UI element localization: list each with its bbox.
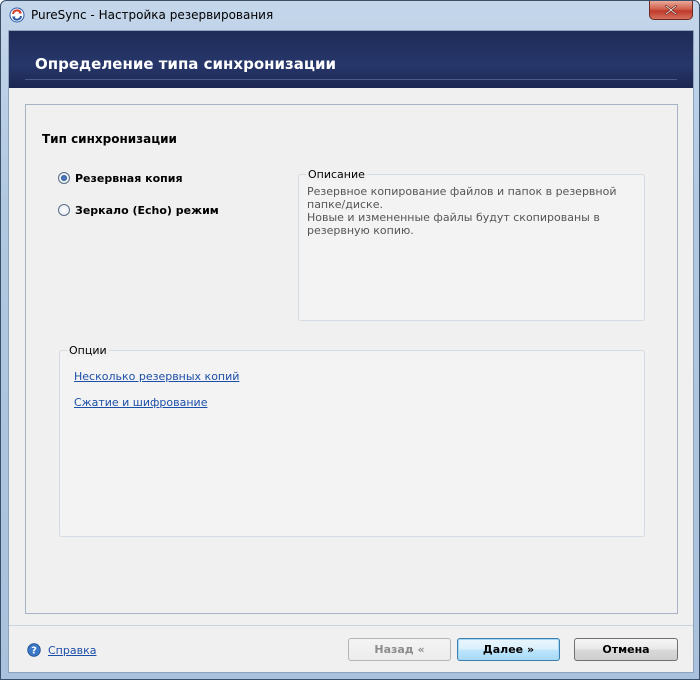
radio-mirror-label: Зеркало (Echo) режим — [75, 203, 219, 217]
back-button[interactable]: Назад « — [348, 638, 451, 661]
options-group: Опции Несколько резервных копий Сжатие и… — [59, 344, 645, 537]
radio-mirror-button[interactable] — [58, 204, 70, 216]
description-text: Резервное копирование файлов и папок в р… — [307, 185, 617, 237]
options-legend: Опции — [67, 344, 109, 357]
svg-text:?: ? — [31, 646, 37, 657]
description-group: Описание Резервное копирование файлов и … — [298, 168, 645, 321]
close-icon — [665, 5, 677, 15]
client-area: Определение типа синхронизации Тип синхр… — [8, 30, 694, 673]
header-band: Определение типа синхронизации — [9, 31, 693, 88]
sync-arrows-icon — [9, 7, 25, 23]
link-compression-encryption[interactable]: Сжатие и шифрование — [74, 396, 207, 409]
next-button[interactable]: Далее » — [457, 638, 560, 661]
description-legend: Описание — [306, 168, 367, 181]
section-title: Тип синхронизации — [42, 132, 177, 146]
radio-backup-label: Резервная копия — [75, 171, 183, 185]
title-bar[interactable]: PureSync - Настройка резервирования — [1, 1, 699, 29]
help-label: Справка — [48, 643, 97, 657]
cancel-button[interactable]: Отмена — [574, 638, 678, 661]
app-window: PureSync - Настройка резервирования Опре… — [0, 0, 700, 680]
radio-backup-button[interactable] — [58, 172, 70, 184]
window-title: PureSync - Настройка резервирования — [31, 8, 274, 22]
footer-divider — [9, 625, 693, 626]
close-button[interactable] — [649, 1, 693, 20]
radio-mirror[interactable]: Зеркало (Echo) режим — [58, 202, 219, 218]
link-multiple-backups[interactable]: Несколько резервных копий — [74, 370, 239, 383]
page-title: Определение типа синхронизации — [35, 55, 336, 73]
radio-backup[interactable]: Резервная копия — [58, 170, 183, 186]
help-link[interactable]: ? Справка — [27, 643, 96, 657]
header-rule — [25, 79, 677, 80]
content-panel: Тип синхронизации Резервная копия Зеркал… — [25, 104, 678, 614]
help-icon: ? — [27, 643, 41, 657]
